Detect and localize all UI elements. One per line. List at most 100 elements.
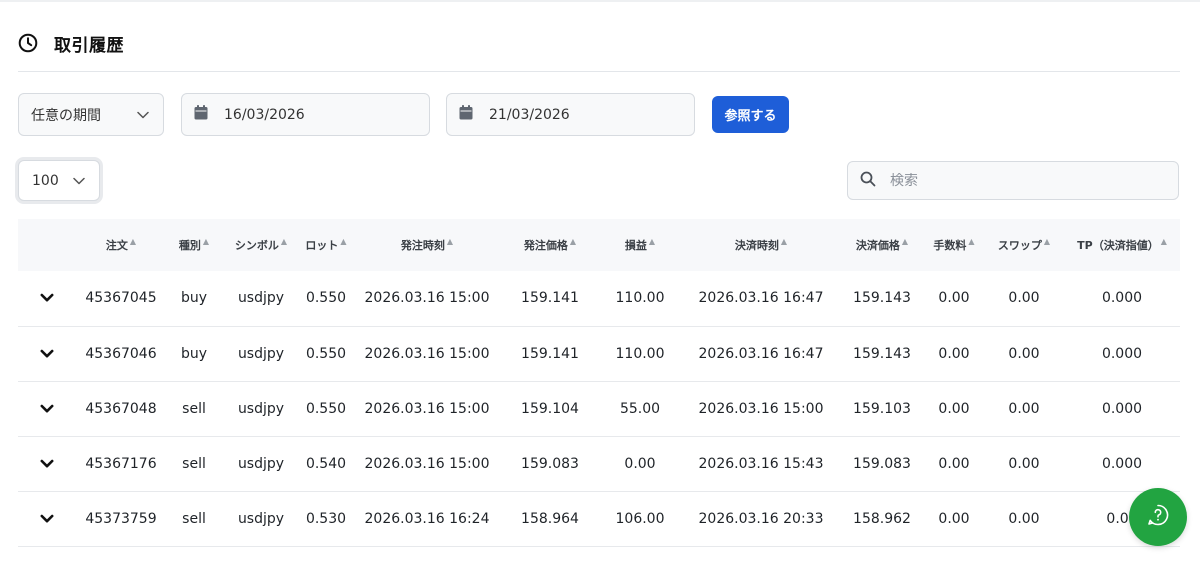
cell-close-price: 159.103 bbox=[853, 400, 911, 417]
start-date-value: 16/03/2026 bbox=[224, 106, 305, 123]
end-date-field[interactable]: 21/03/2026 bbox=[446, 93, 695, 136]
chevron-down-icon bbox=[137, 107, 149, 123]
column-header-commission[interactable]: 手数料 ▲ bbox=[924, 219, 984, 271]
cell-close-price: 159.143 bbox=[853, 290, 911, 307]
header-divider bbox=[18, 71, 1180, 72]
column-header-swap[interactable]: スワップ ▲ bbox=[984, 219, 1064, 271]
search-icon bbox=[860, 171, 876, 191]
sort-icon: ▲ bbox=[1160, 237, 1167, 246]
cell-symbol: usdjpy bbox=[237, 510, 285, 527]
sort-icon: ▲ bbox=[446, 237, 454, 246]
cell-close-time: 2026.03.16 15:00 bbox=[698, 400, 824, 417]
cell-type: sell bbox=[182, 400, 206, 417]
help-icon bbox=[1146, 503, 1170, 531]
trade-history-table: 注文 ▲ 種別 ▲ シンボル ▲ ロット ▲ 発注時刻 ▲ 発注価格 ▲ 損益 ▲ 決済時刻 ▲… bbox=[18, 219, 1180, 547]
column-header-type[interactable]: 種別 ▲ bbox=[166, 219, 222, 271]
cell-type: buy bbox=[180, 290, 208, 307]
cell-close-price: 158.962 bbox=[853, 510, 911, 527]
cell-profit: 110.00 bbox=[615, 345, 665, 362]
search-box[interactable] bbox=[847, 161, 1179, 200]
sort-icon: ▲ bbox=[280, 237, 288, 246]
cell-profit: 110.00 bbox=[615, 290, 665, 307]
cell-open-price: 159.141 bbox=[521, 290, 579, 307]
cell-open-time: 2026.03.16 15:00 bbox=[364, 455, 490, 472]
sort-icon: ▲ bbox=[901, 237, 909, 246]
chevron-down-icon bbox=[73, 173, 85, 189]
expand-row-button[interactable] bbox=[18, 326, 76, 381]
column-header-profit[interactable]: 損益 ▲ bbox=[598, 219, 682, 271]
cell-take-profit: 0.000 bbox=[1101, 455, 1143, 472]
period-select[interactable]: 任意の期間 bbox=[18, 93, 164, 136]
cell-open-time: 2026.03.16 16:24 bbox=[364, 510, 490, 527]
cell-symbol: usdjpy bbox=[237, 290, 285, 307]
cell-order-id: 45367046 bbox=[85, 345, 157, 362]
table-row: 45373759 sell usdjpy 0.530 2026.03.16 16:24 1… bbox=[18, 491, 1180, 546]
cell-type: sell bbox=[182, 510, 206, 527]
calendar-icon bbox=[194, 105, 208, 124]
cell-open-time: 2026.03.16 15:00 bbox=[364, 345, 490, 362]
table-row: 45367046 buy usdjpy 0.550 2026.03.16 15:00 15… bbox=[18, 326, 1180, 381]
cell-lot: 0.550 bbox=[305, 345, 347, 362]
clock-icon bbox=[18, 33, 38, 53]
cell-order-id: 45367048 bbox=[85, 400, 157, 417]
sort-icon: ▲ bbox=[340, 237, 347, 246]
sort-icon: ▲ bbox=[780, 237, 788, 246]
page-size-value: 100 bbox=[32, 172, 59, 189]
cell-open-price: 158.964 bbox=[521, 510, 579, 527]
column-header-order[interactable]: 注文 ▲ bbox=[76, 219, 166, 271]
expand-row-button[interactable] bbox=[18, 381, 76, 436]
calendar-icon bbox=[459, 105, 473, 124]
sort-icon: ▲ bbox=[129, 237, 137, 246]
chevron-down-icon bbox=[40, 511, 54, 527]
sort-icon: ▲ bbox=[202, 237, 210, 246]
sort-icon: ▲ bbox=[968, 237, 975, 246]
cell-lot: 0.550 bbox=[305, 400, 347, 417]
cell-take-profit: 0.000 bbox=[1101, 400, 1143, 417]
cell-swap: 0.00 bbox=[1008, 455, 1040, 472]
column-header-lot[interactable]: ロット ▲ bbox=[300, 219, 352, 271]
page-size-select[interactable]: 100 bbox=[18, 160, 100, 201]
expand-row-button[interactable] bbox=[18, 271, 76, 326]
search-input[interactable] bbox=[890, 172, 1150, 189]
column-header-close-time[interactable]: 決済時刻 ▲ bbox=[682, 219, 840, 271]
cell-symbol: usdjpy bbox=[237, 345, 285, 362]
cell-close-time: 2026.03.16 16:47 bbox=[698, 345, 824, 362]
cell-commission: 0.00 bbox=[938, 510, 970, 527]
query-button[interactable]: 参照する bbox=[712, 96, 789, 133]
chevron-down-icon bbox=[40, 401, 54, 417]
cell-take-profit: 0.000 bbox=[1101, 345, 1143, 362]
help-chat-button[interactable] bbox=[1129, 488, 1187, 546]
cell-order-id: 45373759 bbox=[85, 510, 157, 527]
start-date-field[interactable]: 16/03/2026 bbox=[181, 93, 430, 136]
expand-row-button[interactable] bbox=[18, 491, 76, 546]
cell-commission: 0.00 bbox=[938, 455, 970, 472]
column-header-close-price[interactable]: 決済価格 ▲ bbox=[840, 219, 924, 271]
column-header-symbol[interactable]: シンボル ▲ bbox=[222, 219, 300, 271]
cell-lot: 0.540 bbox=[305, 455, 347, 472]
top-border bbox=[0, 0, 1200, 2]
cell-symbol: usdjpy bbox=[237, 400, 285, 417]
cell-swap: 0.00 bbox=[1008, 345, 1040, 362]
expand-row-button[interactable] bbox=[18, 436, 76, 491]
column-header-tp[interactable]: TP（決済指値） ▲ bbox=[1064, 219, 1180, 271]
cell-take-profit: 0.000 bbox=[1101, 290, 1143, 307]
column-header-open-time[interactable]: 発注時刻 ▲ bbox=[352, 219, 502, 271]
cell-open-time: 2026.03.16 15:00 bbox=[364, 400, 490, 417]
cell-symbol: usdjpy bbox=[237, 455, 285, 472]
chevron-down-icon bbox=[40, 346, 54, 362]
period-select-label: 任意の期間 bbox=[31, 107, 101, 124]
table-header-row: 注文 ▲ 種別 ▲ シンボル ▲ ロット ▲ 発注時刻 ▲ 発注価格 ▲ 損益 ▲ 決済時刻 ▲… bbox=[18, 219, 1180, 271]
table-row: 45367048 sell usdjpy 0.550 2026.03.16 15:00 1… bbox=[18, 381, 1180, 436]
cell-close-time: 2026.03.16 15:43 bbox=[698, 455, 824, 472]
sort-icon: ▲ bbox=[1043, 237, 1051, 246]
page-header: 取引履歴 bbox=[18, 30, 124, 56]
cell-open-price: 159.083 bbox=[521, 455, 579, 472]
cell-open-time: 2026.03.16 15:00 bbox=[364, 290, 490, 307]
cell-lot: 0.550 bbox=[305, 290, 347, 307]
sort-icon: ▲ bbox=[648, 237, 656, 246]
cell-lot: 0.530 bbox=[305, 510, 347, 527]
cell-close-time: 2026.03.16 16:47 bbox=[698, 290, 824, 307]
column-header-open-price[interactable]: 発注価格 ▲ bbox=[502, 219, 598, 271]
cell-commission: 0.00 bbox=[938, 400, 970, 417]
chevron-down-icon bbox=[40, 456, 54, 472]
